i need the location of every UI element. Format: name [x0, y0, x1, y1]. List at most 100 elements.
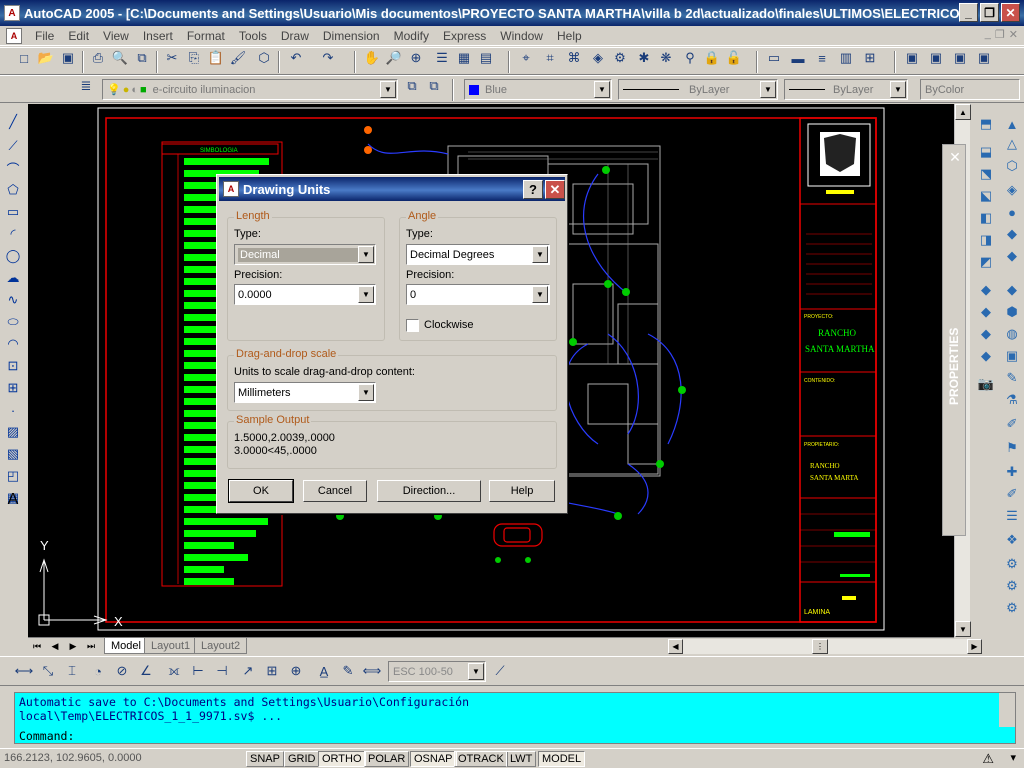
express-tool-1-icon[interactable]: ⌖ [516, 48, 536, 68]
diameter-dim-icon[interactable]: ⊘ [112, 661, 132, 681]
length-type-select[interactable]: Decimal ▼ [234, 244, 376, 265]
chevron-down-icon[interactable]: ▼ [358, 246, 374, 263]
express-tool-4-icon[interactable]: ◈ [588, 48, 608, 68]
doc-restore-icon[interactable]: ❐ [995, 28, 1005, 41]
express-tool-8-icon[interactable]: ⚲ [680, 48, 700, 68]
chevron-down-icon[interactable]: ▼ [358, 384, 374, 401]
menu-express[interactable]: Express [436, 29, 493, 43]
dragdrop-units-select[interactable]: Millimeters ▼ [234, 382, 376, 403]
continue-dim-icon[interactable]: ⊣ [212, 661, 232, 681]
render-7-icon[interactable]: ✐ [1002, 414, 1022, 434]
publish-icon[interactable]: ⧉ [132, 48, 152, 68]
chevron-down-icon[interactable]: ▼ [358, 286, 374, 303]
menu-dimension[interactable]: Dimension [316, 29, 387, 43]
layer-tool-4-icon[interactable]: ▣ [974, 48, 994, 68]
tolerance-icon[interactable]: ⊞ [262, 661, 282, 681]
render-2-icon[interactable]: ⬢ [1002, 302, 1022, 322]
render-1-icon[interactable]: ◆ [1002, 280, 1022, 300]
render-11-icon[interactable]: ☰ [1002, 506, 1022, 526]
express-tool-7-icon[interactable]: ❋ [656, 48, 676, 68]
angular-dim-icon[interactable]: ∠ [136, 661, 156, 681]
chevron-down-icon[interactable]: ▼ [380, 81, 396, 98]
save-icon[interactable]: ▣ [58, 48, 78, 68]
snap-toggle[interactable]: SNAP [246, 751, 284, 767]
close-icon[interactable]: ✕ [946, 148, 964, 166]
ortho-toggle[interactable]: ORTHO [318, 751, 366, 767]
gradient-icon[interactable]: ▧ [3, 444, 23, 464]
solid-2-icon[interactable]: △ [1002, 134, 1022, 154]
region-icon[interactable]: ◰ [3, 466, 23, 486]
doc-minimize-icon[interactable]: _ [985, 28, 991, 41]
view-9-icon[interactable]: ◆ [976, 302, 996, 322]
otrack-toggle[interactable]: OTRACK [454, 751, 508, 767]
express-text-3-icon[interactable]: ≡ [812, 48, 832, 68]
solid-1-icon[interactable]: ▲ [1002, 114, 1022, 134]
ok-button[interactable]: OK [228, 479, 294, 503]
express-tool-3-icon[interactable]: ⌘ [564, 48, 584, 68]
paste-icon[interactable]: 📋 [206, 48, 226, 68]
dim-text-edit-icon[interactable]: ✎ [338, 661, 358, 681]
view-6-icon[interactable]: ◨ [976, 230, 996, 250]
plotstyle-combo[interactable]: ByColor [920, 79, 1020, 100]
render-9-icon[interactable]: ✚ [1002, 462, 1022, 482]
menu-tools[interactable]: Tools [232, 29, 274, 43]
horizontal-scrollbar[interactable]: ◀ ⋮ ▶ [668, 639, 982, 654]
dim-style-icon[interactable]: ⟋ [490, 661, 510, 681]
render-8-icon[interactable]: ⚑ [1002, 438, 1022, 458]
document-icon[interactable]: A [6, 27, 22, 44]
block-editor-icon[interactable]: ⬡ [254, 48, 274, 68]
dim-update-icon[interactable]: ⟺ [362, 661, 382, 681]
plot-icon[interactable]: ⎙ [88, 48, 108, 68]
ellipse-icon[interactable]: ⬭ [3, 312, 23, 332]
insert-block-icon[interactable]: ⊡ [3, 356, 23, 376]
coordinates-display[interactable]: 166.2123, 102.9605, 0.0000 [4, 752, 244, 767]
dialog-close-button[interactable]: ✕ [545, 180, 565, 199]
layer-previous-icon[interactable]: ⧉ [424, 76, 444, 96]
menu-window[interactable]: Window [493, 29, 550, 43]
status-menu-icon[interactable]: ▾ [1010, 751, 1016, 764]
restore-button[interactable]: ❐ [980, 3, 999, 22]
render-3-icon[interactable]: ◍ [1002, 324, 1022, 344]
solid-6-icon[interactable]: ◆ [1002, 224, 1022, 244]
baseline-dim-icon[interactable]: ⊢ [188, 661, 208, 681]
menu-file[interactable]: File [28, 29, 61, 43]
construction-line-icon[interactable]: ⟋ [3, 136, 23, 156]
close-button[interactable]: ✕ [1001, 3, 1020, 22]
make-current-icon[interactable]: ⧉ [402, 76, 422, 96]
leader-icon[interactable]: ↗ [238, 661, 258, 681]
prev-tab-icon[interactable]: ◀ [48, 639, 62, 653]
arc-icon[interactable]: ◜ [3, 224, 23, 244]
new-icon[interactable]: □ [14, 48, 34, 68]
express-tool-6-icon[interactable]: ✱ [634, 48, 654, 68]
help-question-icon[interactable]: ? [523, 180, 543, 199]
command-scrollbar[interactable] [999, 693, 1015, 727]
lineweight-combo[interactable]: ByLayer ▼ [784, 79, 908, 100]
render-14-icon[interactable]: ⚙ [1002, 576, 1022, 596]
make-block-icon[interactable]: ⊞ [3, 378, 23, 398]
express-text-4-icon[interactable]: ▥ [836, 48, 856, 68]
render-12-icon[interactable]: ❖ [1002, 530, 1022, 550]
tab-layout2[interactable]: Layout2 [194, 638, 248, 654]
polyline-icon[interactable]: ⌒ [3, 158, 23, 178]
express-tool-2-icon[interactable]: ⌗ [540, 48, 560, 68]
last-tab-icon[interactable]: ⏭ [84, 639, 98, 653]
render-15-icon[interactable]: ⚙ [1002, 598, 1022, 618]
preview-icon[interactable]: 🔍 [110, 48, 130, 68]
aligned-dim-icon[interactable]: ⤡ [38, 661, 58, 681]
rectangle-icon[interactable]: ▭ [3, 202, 23, 222]
multiline-text-icon[interactable]: A [3, 490, 23, 510]
view-10-icon[interactable]: ◆ [976, 324, 996, 344]
layer-manager-icon[interactable]: ≣ [76, 76, 96, 96]
menu-view[interactable]: View [96, 29, 136, 43]
osnap-toggle[interactable]: OSNAP [410, 751, 457, 767]
scroll-down-icon[interactable]: ▼ [955, 621, 971, 637]
menu-modify[interactable]: Modify [387, 29, 436, 43]
grid-toggle[interactable]: GRID [284, 751, 320, 767]
render-4-icon[interactable]: ▣ [1002, 346, 1022, 366]
chevron-down-icon[interactable]: ▼ [532, 286, 548, 303]
chevron-down-icon[interactable]: ▼ [890, 81, 906, 98]
redo-icon[interactable]: ↷ [318, 48, 338, 68]
view-5-icon[interactable]: ◧ [976, 208, 996, 228]
clockwise-checkbox[interactable] [406, 319, 419, 332]
tab-model[interactable]: Model [104, 638, 148, 654]
